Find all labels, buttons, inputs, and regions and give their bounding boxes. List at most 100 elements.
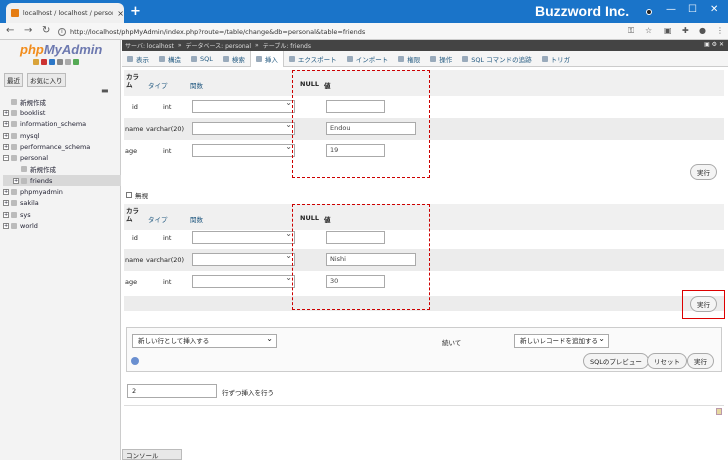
- tree-node[interactable]: + information_schema: [3, 119, 121, 130]
- tree-node[interactable]: + sakila: [3, 198, 121, 209]
- url-field[interactable]: i http://localhost/phpMyAdmin/index.php?…: [58, 25, 618, 38]
- breadcrumb-tools-icon[interactable]: ▣ ⚙ ✕: [704, 41, 724, 48]
- reset-button[interactable]: リセット: [647, 353, 687, 369]
- function-select[interactable]: [192, 142, 295, 157]
- tab-item[interactable]: エクスポート: [284, 51, 342, 67]
- expand-node-icon[interactable]: +: [3, 143, 9, 150]
- breadcrumb-server[interactable]: サーバ: localhost: [125, 41, 174, 50]
- tree-node-label[interactable]: information_schema: [20, 120, 86, 128]
- help-circle-icon[interactable]: [131, 357, 139, 365]
- back-icon[interactable]: ←: [6, 25, 14, 36]
- expand-node-icon[interactable]: +: [3, 189, 9, 196]
- rows-count-input[interactable]: 2: [127, 384, 217, 398]
- tree-node-label[interactable]: world: [20, 222, 38, 230]
- function-select[interactable]: [192, 273, 295, 288]
- tree-node[interactable]: + booklist: [3, 107, 121, 118]
- tab-icon: [159, 55, 165, 62]
- ignore-checkbox[interactable]: [126, 192, 132, 198]
- tab-item[interactable]: 検索: [218, 51, 250, 67]
- home-icon[interactable]: [33, 59, 39, 65]
- settings-icon[interactable]: [65, 59, 71, 65]
- expand-node-icon[interactable]: +: [3, 132, 9, 139]
- maximize-icon[interactable]: ☐: [688, 4, 697, 15]
- extensions-icon[interactable]: ✚: [682, 26, 689, 35]
- expand-node-icon[interactable]: +: [3, 222, 9, 229]
- tree-node[interactable]: + world: [3, 220, 121, 231]
- reload-icon[interactable]: ↻: [42, 25, 50, 36]
- func-header-2[interactable]: 関数: [190, 214, 203, 224]
- logout-icon[interactable]: [41, 59, 47, 65]
- function-select[interactable]: [192, 229, 295, 244]
- tree-node-label[interactable]: 新規作成: [30, 164, 56, 174]
- tab-search-icon[interactable]: ▣: [664, 26, 672, 35]
- after-insert-select[interactable]: 新しいレコードを追加する: [514, 333, 609, 348]
- tree-node-label[interactable]: sys: [20, 211, 31, 219]
- tree-node-label[interactable]: sakila: [20, 199, 39, 207]
- phpmyadmin-logo[interactable]: phpMyAdmin: [20, 42, 102, 57]
- help-icon[interactable]: [49, 59, 55, 65]
- tab-item[interactable]: 操作: [425, 51, 457, 67]
- minimize-icon[interactable]: —: [666, 4, 676, 15]
- info-icon[interactable]: i: [58, 27, 66, 36]
- tab-item[interactable]: 表示: [122, 51, 154, 67]
- tab-item[interactable]: トリガ: [537, 51, 576, 67]
- key-icon[interactable]: ⚿: [628, 26, 634, 36]
- sql-preview-button[interactable]: SQLのプレビュー: [583, 353, 649, 369]
- tree-node-label[interactable]: mysql: [20, 132, 40, 140]
- close-window-icon[interactable]: ✕: [710, 4, 718, 15]
- tree-node[interactable]: + mysql: [3, 130, 121, 141]
- collapse-all-icon[interactable]: ▬: [101, 86, 109, 95]
- forward-icon[interactable]: →: [24, 25, 32, 36]
- expand-node-icon[interactable]: +: [13, 177, 19, 184]
- tab-item[interactable]: 挿入: [249, 50, 284, 67]
- tree-node-label[interactable]: performance_schema: [20, 143, 90, 151]
- execute-button-1[interactable]: 実行: [690, 164, 717, 180]
- tab-item[interactable]: SQL: [186, 51, 218, 67]
- function-select[interactable]: [192, 120, 295, 135]
- insert-as-select[interactable]: 新しい行として挿入する: [132, 333, 277, 348]
- tree-node[interactable]: + sys: [3, 209, 121, 220]
- tree-node[interactable]: − personal: [3, 152, 121, 163]
- star-icon[interactable]: ☆: [645, 26, 652, 35]
- console-label: コンソール: [126, 452, 159, 460]
- close-tab-icon[interactable]: ×: [117, 9, 124, 18]
- tree-node[interactable]: 新規作成: [3, 96, 121, 107]
- tab-item[interactable]: インポート: [342, 51, 394, 67]
- tree-node-label[interactable]: personal: [20, 154, 48, 162]
- new-tab-icon[interactable]: +: [130, 4, 141, 19]
- collapse-node-icon[interactable]: −: [3, 155, 9, 162]
- docs-icon[interactable]: [57, 59, 63, 65]
- expand-node-icon[interactable]: +: [3, 109, 9, 116]
- tab-item[interactable]: 構造: [154, 51, 186, 67]
- favorites-button[interactable]: お気に入り: [27, 73, 66, 87]
- breadcrumb-table[interactable]: テーブル: friends: [263, 41, 311, 50]
- expand-node-icon[interactable]: +: [3, 211, 9, 218]
- execute-button-3[interactable]: 実行: [687, 353, 714, 369]
- type-header[interactable]: タイプ: [148, 80, 168, 90]
- tree-node[interactable]: + friends: [3, 175, 121, 187]
- tree-node-label[interactable]: phpmyadmin: [20, 188, 63, 196]
- type-header-2[interactable]: タイプ: [148, 214, 168, 224]
- expand-node-icon[interactable]: +: [3, 121, 9, 128]
- tree-node[interactable]: + phpmyadmin: [3, 186, 121, 197]
- tree-node-label[interactable]: friends: [30, 177, 52, 185]
- reload-nav-icon[interactable]: [73, 59, 79, 65]
- tree-node[interactable]: + performance_schema: [3, 141, 121, 152]
- profile-icon[interactable]: [646, 9, 652, 15]
- tree-node-label[interactable]: 新規作成: [20, 97, 46, 107]
- breadcrumb-db[interactable]: データベース: personal: [185, 41, 251, 50]
- account-icon[interactable]: ●: [699, 26, 706, 35]
- console-bar[interactable]: コンソール: [122, 449, 182, 460]
- function-select[interactable]: [192, 251, 295, 266]
- tree-node[interactable]: 新規作成: [3, 164, 121, 175]
- function-select[interactable]: [192, 98, 295, 113]
- browser-tab[interactable]: localhost / localhost / personal / ×: [6, 3, 124, 23]
- notes-icon[interactable]: [716, 408, 722, 415]
- func-header[interactable]: 関数: [190, 80, 203, 90]
- tab-item[interactable]: 権限: [393, 51, 425, 67]
- menu-icon[interactable]: ⋮: [716, 26, 724, 35]
- expand-node-icon[interactable]: +: [3, 200, 9, 207]
- recent-button[interactable]: 最近: [4, 73, 23, 87]
- tab-item[interactable]: SQL コマンドの追跡: [457, 51, 536, 67]
- tree-node-label[interactable]: booklist: [20, 109, 45, 117]
